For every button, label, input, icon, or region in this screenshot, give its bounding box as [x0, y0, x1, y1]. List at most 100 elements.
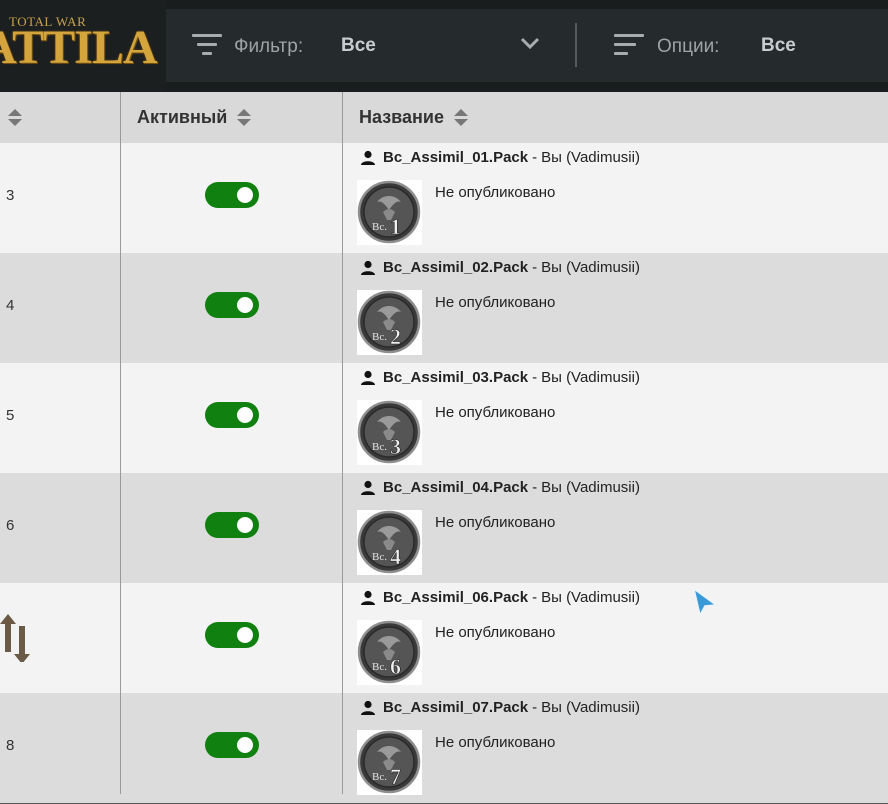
filter-divider	[575, 23, 577, 67]
sort-icon[interactable]	[8, 108, 22, 127]
load-order-number: 4	[6, 297, 15, 314]
mod-pack-name[interactable]: Bc_Assimil_03.Pack	[383, 369, 528, 386]
publish-status: Не опубликовано	[435, 734, 556, 751]
thumbnail-badge-number: 3	[390, 434, 401, 459]
mouse-cursor-icon	[692, 587, 718, 617]
active-toggle[interactable]	[205, 292, 259, 318]
thumbnail-prefix: Bc.	[372, 771, 387, 783]
mod-author: Вы (Vadimusii)	[541, 699, 640, 716]
mod-title-line: Bc_Assimil_07.Pack - Вы (Vadimusii)	[360, 699, 640, 716]
active-toggle[interactable]	[205, 622, 259, 648]
person-icon	[361, 700, 375, 715]
table-row[interactable]: 4 Bc_Assimil_02.Pack - Вы (Vadimusii) Bc…	[0, 253, 888, 364]
thumbnail-prefix: Bc.	[372, 331, 387, 343]
mod-author: Вы (Vadimusii)	[541, 149, 640, 166]
title-separator: -	[532, 479, 538, 496]
mod-title-line: Bc_Assimil_03.Pack - Вы (Vadimusii)	[360, 369, 640, 386]
load-order-number: 5	[6, 407, 15, 424]
filter-lines-icon[interactable]	[192, 34, 222, 56]
filter-dropdown-value[interactable]: Все	[341, 35, 376, 57]
table-row[interactable]: Bc_Assimil_06.Pack - Вы (Vadimusii) Bc. …	[0, 583, 888, 694]
logo-main-text: ATTILA	[0, 21, 157, 74]
mod-title-line: Bc_Assimil_04.Pack - Вы (Vadimusii)	[360, 479, 640, 496]
filter-bar: Фильтр: Все Опции: Все	[166, 9, 888, 82]
publish-status: Не опубликовано	[435, 514, 556, 531]
person-icon	[361, 150, 375, 165]
load-order-number: 8	[6, 737, 15, 754]
title-separator: -	[532, 149, 538, 166]
publish-status: Не опубликовано	[435, 184, 556, 201]
toggle-knob	[237, 737, 253, 753]
thumbnail-prefix: Bc.	[372, 221, 387, 233]
active-toggle[interactable]	[205, 182, 259, 208]
mod-title-line: Bc_Assimil_06.Pack - Вы (Vadimusii)	[360, 589, 640, 606]
filter-label: Фильтр:	[234, 36, 304, 57]
column-divider	[342, 92, 343, 794]
table-row[interactable]: 6 Bc_Assimil_04.Pack - Вы (Vadimusii) Bc…	[0, 473, 888, 584]
thumbnail-badge-number: 2	[390, 324, 401, 349]
toggle-knob	[237, 627, 253, 643]
thumbnail-badge-number: 6	[390, 654, 401, 679]
mod-pack-name[interactable]: Bc_Assimil_07.Pack	[383, 699, 528, 716]
game-logo: TOTAL WAR ATTILA	[0, 0, 166, 92]
name-column-header[interactable]: Название	[359, 92, 468, 143]
title-separator: -	[532, 699, 538, 716]
active-toggle[interactable]	[205, 732, 259, 758]
mod-thumbnail: Bc. 6	[357, 620, 422, 685]
person-icon	[361, 260, 375, 275]
mod-thumbnail: Bc. 3	[357, 400, 422, 465]
thumbnail-prefix: Bc.	[372, 551, 387, 563]
publish-status: Не опубликовано	[435, 404, 556, 421]
name-column-label: Название	[359, 107, 444, 127]
title-separator: -	[532, 369, 538, 386]
mod-pack-name[interactable]: Bc_Assimil_04.Pack	[383, 479, 528, 496]
thumbnail-prefix: Bc.	[372, 661, 387, 673]
person-icon	[361, 590, 375, 605]
mod-author: Вы (Vadimusii)	[541, 589, 640, 606]
thumbnail-badge-number: 1	[390, 214, 401, 239]
active-column-header[interactable]: Активный	[137, 92, 252, 143]
mod-author: Вы (Vadimusii)	[541, 259, 640, 276]
order-column-header[interactable]	[8, 92, 22, 143]
active-toggle[interactable]	[205, 402, 259, 428]
top-bar: TOTAL WAR ATTILA Фильтр: Все Опции: Все	[0, 0, 888, 92]
load-order-number: 3	[6, 187, 15, 204]
toggle-knob	[237, 187, 253, 203]
mod-thumbnail: Bc. 7	[357, 730, 422, 795]
mod-thumbnail: Bc. 4	[357, 510, 422, 575]
table-row[interactable]: 8 Bc_Assimil_07.Pack - Вы (Vadimusii) Bc…	[0, 693, 888, 804]
drag-reorder-icon[interactable]	[0, 614, 32, 662]
mod-author: Вы (Vadimusii)	[541, 479, 640, 496]
column-divider	[120, 92, 121, 794]
load-order-number: 6	[6, 517, 15, 534]
mod-author: Вы (Vadimusii)	[541, 369, 640, 386]
thumbnail-badge-number: 4	[390, 544, 401, 569]
publish-status: Не опубликовано	[435, 624, 556, 641]
active-toggle[interactable]	[205, 512, 259, 538]
table-header: Активный Название	[0, 92, 888, 144]
sort-lines-icon[interactable]	[614, 34, 644, 56]
sort-icon[interactable]	[453, 108, 468, 127]
table-row[interactable]: 3 Bc_Assimil_01.Pack - Вы (Vadimusii) Bc…	[0, 143, 888, 254]
mod-title-line: Bc_Assimil_01.Pack - Вы (Vadimusii)	[360, 149, 640, 166]
sort-icon[interactable]	[237, 108, 252, 127]
toggle-knob	[237, 297, 253, 313]
person-icon	[361, 480, 375, 495]
mod-pack-name[interactable]: Bc_Assimil_01.Pack	[383, 149, 528, 166]
thumbnail-prefix: Bc.	[372, 441, 387, 453]
title-separator: -	[532, 589, 538, 606]
mod-pack-name[interactable]: Bc_Assimil_02.Pack	[383, 259, 528, 276]
options-dropdown-value[interactable]: Все	[761, 35, 796, 57]
mod-thumbnail: Bc. 1	[357, 180, 422, 245]
person-icon	[361, 370, 375, 385]
mod-pack-name[interactable]: Bc_Assimil_06.Pack	[383, 589, 528, 606]
toggle-knob	[237, 517, 253, 533]
table-row[interactable]: 5 Bc_Assimil_03.Pack - Вы (Vadimusii) Bc…	[0, 363, 888, 474]
title-separator: -	[532, 259, 538, 276]
mod-thumbnail: Bc. 2	[357, 290, 422, 355]
active-column-label: Активный	[137, 107, 228, 127]
chevron-down-icon[interactable]	[520, 36, 540, 50]
toggle-knob	[237, 407, 253, 423]
thumbnail-badge-number: 7	[390, 764, 401, 789]
mod-title-line: Bc_Assimil_02.Pack - Вы (Vadimusii)	[360, 259, 640, 276]
